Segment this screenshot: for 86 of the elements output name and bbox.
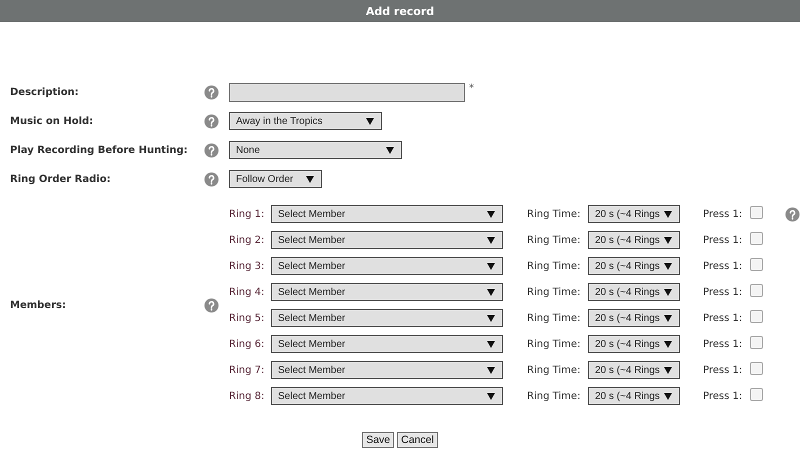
press-label: Press 1: — [703, 234, 744, 246]
field-label: Ring Order Radio: — [10, 174, 112, 184]
dropdown[interactable]: None — [229, 141, 402, 159]
press-label: Press 1: — [703, 208, 744, 220]
ring-label: Ring 4: — [229, 286, 266, 298]
checkbox[interactable] — [750, 258, 763, 271]
caret-icon — [366, 118, 374, 124]
ring-label: Ring 2: — [229, 234, 266, 246]
caret-icon — [487, 392, 495, 400]
dropdown[interactable]: Select Member — [271, 387, 503, 405]
caret-icon — [664, 314, 672, 322]
required-mark: * — [469, 83, 474, 94]
dropdown[interactable]: 20 s (~4 Rings — [588, 283, 680, 301]
checkbox[interactable] — [750, 362, 763, 375]
help-icon[interactable] — [204, 142, 219, 158]
press-label: Press 1: — [703, 312, 744, 324]
caret-icon — [664, 262, 672, 270]
press-label: Press 1: — [703, 390, 744, 402]
ring-time-label: Ring Time: — [527, 312, 582, 324]
dropdown[interactable]: Follow Order — [229, 170, 322, 188]
save-button[interactable]: Save — [362, 432, 394, 448]
caret-icon — [487, 340, 495, 348]
dropdown[interactable]: Select Member — [271, 257, 503, 275]
help-icon[interactable] — [204, 114, 219, 128]
field-label: Music on Hold: — [10, 116, 94, 126]
dropdown[interactable]: Select Member — [271, 361, 503, 379]
ring-label: Ring 6: — [229, 338, 266, 350]
dropdown[interactable]: Select Member — [271, 283, 503, 301]
caret-icon — [306, 176, 314, 182]
press-label: Press 1: — [703, 286, 744, 298]
dropdown[interactable]: Select Member — [271, 335, 503, 353]
ring-time-label: Ring Time: — [527, 364, 582, 376]
ring-label: Ring 5: — [229, 312, 266, 324]
caret-icon — [386, 146, 394, 154]
caret-icon — [664, 288, 672, 296]
checkbox[interactable] — [750, 310, 763, 323]
caret-icon — [487, 288, 495, 296]
cancel-button[interactable]: Cancel — [397, 432, 438, 448]
ring-time-label: Ring Time: — [527, 286, 582, 298]
caret-icon — [664, 340, 672, 348]
ring-time-label: Ring Time: — [527, 234, 582, 246]
ring-label: Ring 7: — [229, 364, 266, 376]
caret-icon — [487, 236, 495, 244]
field-label: Members: — [10, 300, 67, 310]
ring-label: Ring 8: — [229, 390, 266, 402]
help-icon[interactable] — [204, 172, 219, 186]
dropdown[interactable]: 20 s (~4 Rings — [588, 205, 680, 223]
window-title: Add record — [366, 4, 434, 18]
caret-icon — [664, 392, 672, 400]
dropdown[interactable]: Select Member — [271, 231, 503, 249]
field-label: Play Recording Before Hunting: — [10, 144, 189, 156]
checkbox[interactable] — [750, 232, 763, 245]
dropdown[interactable]: 20 s (~4 Rings — [588, 387, 680, 405]
input-field[interactable] — [229, 82, 465, 102]
checkbox[interactable] — [750, 388, 763, 401]
ring-label: Ring 3: — [229, 260, 266, 272]
ring-time-label: Ring Time: — [527, 260, 582, 272]
caret-icon — [487, 314, 495, 322]
dropdown[interactable]: 20 s (~4 Rings — [588, 309, 680, 327]
dropdown[interactable]: 20 s (~4 Rings — [588, 257, 680, 275]
ring-time-label: Ring Time: — [527, 390, 582, 402]
field-label: Description: — [10, 86, 80, 98]
dropdown[interactable]: Select Member — [271, 309, 503, 327]
caret-icon — [487, 210, 495, 218]
caret-icon — [487, 366, 495, 374]
press-label: Press 1: — [703, 260, 744, 272]
checkbox[interactable] — [750, 336, 763, 349]
dropdown[interactable]: Away in the Tropics — [229, 112, 382, 130]
dropdown[interactable]: Select Member — [271, 205, 503, 223]
press-label: Press 1: — [703, 364, 744, 376]
help-icon[interactable] — [785, 206, 800, 222]
ring-time-label: Ring Time: — [527, 208, 582, 220]
caret-icon — [664, 210, 672, 218]
help-icon[interactable] — [204, 298, 219, 312]
caret-icon — [664, 236, 672, 244]
help-icon[interactable] — [204, 84, 219, 100]
checkbox[interactable] — [750, 206, 763, 219]
ring-label: Ring 1: — [229, 208, 266, 220]
press-label: Press 1: — [703, 338, 744, 350]
checkbox[interactable] — [750, 284, 763, 297]
caret-icon — [487, 262, 495, 270]
ring-time-label: Ring Time: — [527, 338, 582, 350]
caret-icon — [664, 366, 672, 374]
dropdown[interactable]: 20 s (~4 Rings — [588, 335, 680, 353]
dropdown[interactable]: 20 s (~4 Rings — [588, 361, 680, 379]
dropdown[interactable]: 20 s (~4 Rings — [588, 231, 680, 249]
